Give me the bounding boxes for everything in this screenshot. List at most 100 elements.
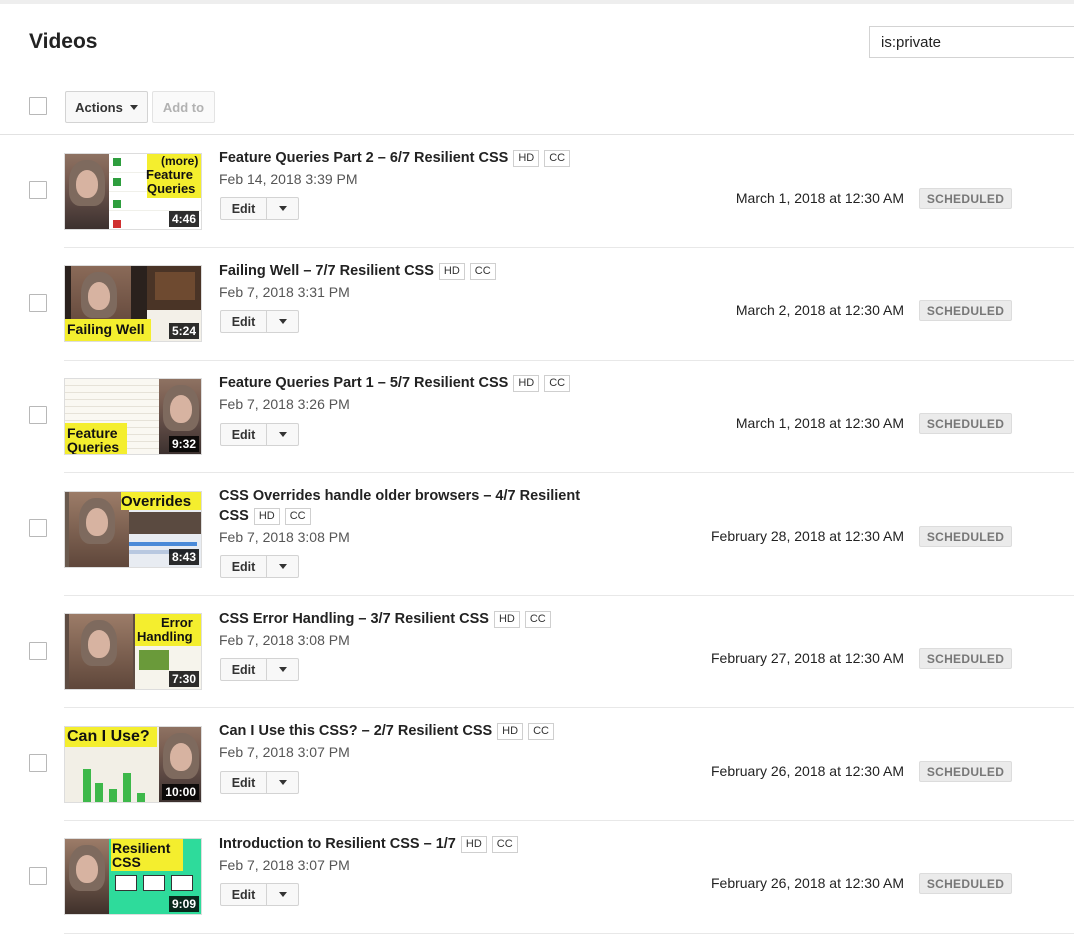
status-badge: SCHEDULED [919, 413, 1012, 434]
chevron-down-icon [278, 564, 287, 569]
chevron-down-icon [278, 892, 287, 897]
video-thumbnail[interactable]: Error Handling 7:30 [64, 613, 202, 690]
video-title[interactable]: Failing Well – 7/7 Resilient CSS HD CC [219, 261, 496, 281]
scheduled-time: February 28, 2018 at 12:30 AM [710, 528, 904, 544]
edit-dropdown-button[interactable] [267, 310, 299, 333]
scheduled-time: February 27, 2018 at 12:30 AM [710, 650, 904, 666]
actions-label: Actions [75, 99, 123, 115]
edit-button-group: Edit [220, 423, 299, 446]
edit-button[interactable]: Edit [220, 197, 267, 220]
cc-badge: CC [469, 263, 496, 280]
video-title-text[interactable]: Feature Queries Part 2 – 6/7 Resilient C… [219, 150, 508, 166]
edit-button-group: Edit [220, 197, 299, 220]
scheduled-time: March 1, 2018 at 12:30 AM [735, 415, 904, 431]
cc-badge: CC [528, 723, 554, 740]
video-title[interactable]: Feature Queries Part 2 – 6/7 Resilient C… [219, 148, 571, 168]
row-checkbox[interactable] [29, 294, 47, 312]
thumb-text: CSS [112, 854, 141, 870]
select-all-checkbox[interactable] [29, 97, 47, 115]
row-divider [64, 820, 1074, 821]
top-border [0, 0, 1074, 4]
status-badge: SCHEDULED [919, 761, 1012, 782]
edit-button[interactable]: Edit [220, 310, 267, 333]
thumb-text: Feature [67, 425, 118, 441]
edit-dropdown-button[interactable] [267, 423, 299, 446]
edit-button-group: Edit [220, 658, 299, 681]
chevron-down-icon [278, 432, 287, 437]
row-checkbox[interactable] [29, 181, 47, 199]
row-checkbox[interactable] [29, 642, 47, 660]
cc-badge: CC [544, 375, 571, 392]
video-title-text[interactable]: Can I Use this CSS? – 2/7 Resilient CSS [219, 723, 492, 739]
upload-date: Feb 7, 2018 3:07 PM [219, 744, 350, 760]
thumb-text: (more) [161, 154, 199, 168]
edit-button[interactable]: Edit [220, 658, 267, 681]
duration-badge: 9:32 [168, 436, 199, 452]
row-divider [64, 595, 1074, 596]
video-title-text[interactable]: CSS [219, 508, 249, 524]
thumb-text: Resilient [112, 840, 171, 856]
edit-button-group: Edit [220, 883, 299, 906]
row-divider [64, 360, 1074, 361]
thumb-text: Queries [67, 439, 120, 455]
cc-badge: CC [284, 508, 311, 525]
edit-button-group: Edit [220, 555, 299, 578]
add-to-label: Add to [162, 99, 205, 115]
video-thumbnail[interactable]: (more) Feature Queries 4:46 [64, 153, 202, 230]
video-title-text[interactable]: CSS Overrides handle older browsers – 4/… [219, 488, 580, 504]
video-title-line-2[interactable]: CSS HD CC [219, 506, 311, 526]
edit-button[interactable]: Edit [220, 771, 267, 794]
thumb-text: Feature [146, 167, 193, 182]
edit-button[interactable]: Edit [220, 555, 267, 578]
video-title[interactable]: Feature Queries Part 1 – 5/7 Resilient C… [219, 373, 571, 393]
video-title[interactable]: CSS Overrides handle older browsers – 4/… [219, 486, 580, 506]
video-title-text[interactable]: CSS Error Handling – 3/7 Resilient CSS [219, 611, 489, 627]
duration-badge: 8:43 [168, 549, 199, 565]
row-divider [64, 472, 1074, 473]
thumb-text: Failing Well [67, 321, 145, 337]
video-thumbnail[interactable]: Resilient CSS 9:09 [64, 838, 202, 915]
search-input[interactable] [869, 26, 1074, 58]
actions-button[interactable]: Actions [65, 91, 148, 123]
upload-date: Feb 7, 2018 3:26 PM [219, 396, 350, 412]
edit-dropdown-button[interactable] [267, 197, 299, 220]
edit-button[interactable]: Edit [220, 883, 267, 906]
video-thumbnail[interactable]: Can I Use? 10:00 [64, 726, 202, 803]
thumb-text: Error [161, 615, 193, 630]
row-divider [64, 707, 1074, 708]
thumb-text: Can I Use? [67, 728, 150, 745]
video-title[interactable]: CSS Error Handling – 3/7 Resilient CSS HD… [219, 609, 551, 629]
edit-dropdown-button[interactable] [267, 658, 299, 681]
edit-dropdown-button[interactable] [267, 555, 299, 578]
upload-date: Feb 7, 2018 3:31 PM [219, 284, 350, 300]
duration-badge: 10:00 [162, 784, 199, 800]
hd-badge: HD [253, 508, 280, 525]
upload-date: Feb 7, 2018 3:08 PM [219, 632, 350, 648]
video-title-text[interactable]: Failing Well – 7/7 Resilient CSS [219, 263, 434, 279]
status-badge: SCHEDULED [919, 300, 1012, 321]
row-checkbox[interactable] [29, 867, 47, 885]
row-divider [64, 933, 1074, 934]
video-title-text[interactable]: Feature Queries Part 1 – 5/7 Resilient C… [219, 375, 508, 391]
edit-dropdown-button[interactable] [267, 771, 299, 794]
video-thumbnail[interactable]: Failing Well 5:24 [64, 265, 202, 342]
thumb-text: Handling [137, 629, 193, 644]
add-to-button[interactable]: Add to [152, 91, 215, 123]
video-title-text[interactable]: Introduction to Resilient CSS – 1/7 [219, 836, 456, 852]
thumb-text: Queries [147, 181, 196, 196]
row-checkbox[interactable] [29, 754, 47, 772]
row-checkbox[interactable] [29, 406, 47, 424]
upload-date: Feb 14, 2018 3:39 PM [219, 171, 358, 187]
row-checkbox[interactable] [29, 519, 47, 537]
status-badge: SCHEDULED [919, 873, 1012, 894]
video-thumbnail[interactable]: Overrides 8:43 [64, 491, 202, 568]
video-title[interactable]: Can I Use this CSS? – 2/7 Resilient CSS H… [219, 721, 554, 741]
hd-badge: HD [513, 375, 540, 392]
edit-dropdown-button[interactable] [267, 883, 299, 906]
video-thumbnail[interactable]: Feature Queries 9:32 [64, 378, 202, 455]
chevron-down-icon [129, 104, 138, 110]
duration-badge: 9:09 [168, 896, 199, 912]
video-title[interactable]: Introduction to Resilient CSS – 1/7 HD CC [219, 834, 518, 854]
edit-button-group: Edit [220, 310, 299, 333]
edit-button[interactable]: Edit [220, 423, 267, 446]
